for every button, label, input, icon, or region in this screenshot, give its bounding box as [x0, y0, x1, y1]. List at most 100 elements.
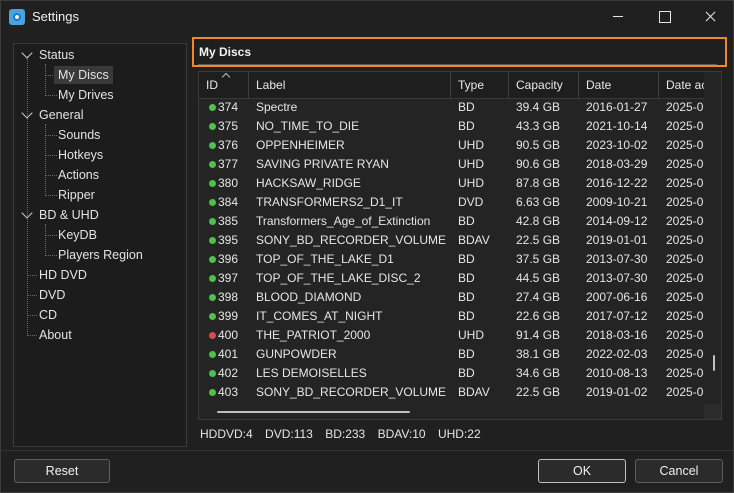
cell-date-added: 2025-0: [666, 271, 704, 285]
minimize-icon[interactable]: [595, 1, 641, 32]
scrollbar-thumb[interactable]: [217, 411, 410, 413]
table-row[interactable]: 395 SONY_BD_RECORDER_VOLUME BDAV 22.5 GB 201…: [199, 231, 704, 250]
cell-date: 2018-03-16: [586, 328, 648, 342]
cell-id: 385: [218, 214, 239, 228]
tree-item-sounds[interactable]: Sounds: [54, 126, 104, 144]
tree-item-hotkeys[interactable]: Hotkeys: [54, 146, 107, 164]
cell-type: BD: [458, 119, 475, 133]
tree-item-about[interactable]: About: [35, 326, 76, 344]
cell-type: UHD: [458, 328, 484, 342]
cell-id: 376: [218, 138, 239, 152]
tree-item-hd-dvd[interactable]: HD DVD: [35, 266, 91, 284]
column-header-type[interactable]: Type: [451, 72, 509, 99]
tree-item-my-discs[interactable]: My Discs: [54, 66, 113, 84]
scrollbar-thumb[interactable]: [713, 355, 715, 371]
table-row[interactable]: 376 OPPENHEIMER UHD 90.5 GB 2023-10-02 2025-0: [199, 136, 704, 155]
cell-capacity: 90.6 GB: [516, 157, 561, 171]
table-row[interactable]: 380 HACKSAW_RIDGE UHD 87.8 GB 2016-12-22 2025…: [199, 174, 704, 193]
count-hddvd: HDDVD:4: [200, 427, 253, 441]
cell-capacity: 43.3 GB: [516, 119, 561, 133]
column-header-id[interactable]: ID: [199, 72, 249, 99]
column-header-label[interactable]: Label: [249, 72, 451, 99]
column-header-date-added[interactable]: Date ac: [659, 72, 704, 99]
tree-item-cd[interactable]: CD: [35, 306, 61, 324]
cell-date-added: 2025-0: [666, 290, 704, 304]
cell-capacity: 38.1 GB: [516, 347, 561, 361]
page-title: My Discs: [199, 45, 252, 59]
table-row[interactable]: 401 GUNPOWDER BD 38.1 GB 2022-02-03 2025-0: [199, 345, 704, 364]
cell-date: 2022-02-03: [586, 347, 648, 361]
cell-label: SAVING PRIVATE RYAN: [256, 157, 389, 171]
cell-capacity: 44.5 GB: [516, 271, 561, 285]
tree-item-my-drives[interactable]: My Drives: [54, 86, 118, 104]
cell-date: 2013-07-30: [586, 271, 648, 285]
divider: [198, 64, 717, 65]
tree-item-bd-uhd[interactable]: BD & UHD: [35, 206, 103, 224]
cell-type: UHD: [458, 157, 484, 171]
cell-capacity: 39.4 GB: [516, 100, 561, 114]
close-icon[interactable]: [687, 1, 733, 32]
cell-date-added: 2025-0: [666, 347, 704, 361]
chevron-down-icon[interactable]: [21, 47, 33, 59]
table-row[interactable]: 402 LES DEMOISELLES BD 34.6 GB 2010-08-13 202…: [199, 364, 704, 383]
tree-item-players-region[interactable]: Players Region: [54, 246, 147, 264]
cell-date-added: 2025-0: [666, 138, 704, 152]
cell-capacity: 27.4 GB: [516, 290, 561, 304]
tree-item-general[interactable]: General: [35, 106, 87, 124]
reset-button[interactable]: Reset: [14, 459, 110, 483]
app-eye-icon: [9, 9, 25, 25]
tree-item-ripper[interactable]: Ripper: [54, 186, 99, 204]
cell-capacity: 22.5 GB: [516, 385, 561, 399]
cancel-button[interactable]: Cancel: [635, 459, 723, 483]
vertical-scrollbar[interactable]: [708, 99, 721, 404]
tree-connector: [45, 64, 46, 96]
cell-type: BDAV: [458, 385, 490, 399]
cell-type: BD: [458, 214, 475, 228]
tree-item-dvd[interactable]: DVD: [35, 286, 69, 304]
cell-date: 2016-01-27: [586, 100, 648, 114]
count-bdav: BDAV:10: [377, 427, 426, 441]
cell-date: 2019-01-01: [586, 233, 648, 247]
table-row[interactable]: 403 SONY_BD_RECORDER_VOLUME BDAV 22.5 GB 201…: [199, 383, 704, 402]
table-row[interactable]: 398 BLOOD_DIAMOND BD 27.4 GB 2007-06-16 2025-…: [199, 288, 704, 307]
tree-item-actions[interactable]: Actions: [54, 166, 103, 184]
table-row[interactable]: 396 TOP_OF_THE_LAKE_D1 BD 37.5 GB 2013-07-30…: [199, 250, 704, 269]
settings-tree: Status My Discs My Drives General Sounds…: [13, 43, 187, 447]
cell-id: 380: [218, 176, 239, 190]
tree-item-status[interactable]: Status: [35, 46, 78, 64]
column-header-capacity[interactable]: Capacity: [509, 72, 579, 99]
cell-date-added: 2025-0: [666, 100, 704, 114]
cell-capacity: 91.4 GB: [516, 328, 561, 342]
count-dvd: DVD:113: [265, 427, 313, 441]
cell-label: THE_PATRIOT_2000: [256, 328, 371, 342]
count-bd: BD:233: [325, 427, 366, 441]
disc-type-counts: HDDVD:4 DVD:113 BD:233 BDAV:10 UHD:22: [200, 427, 490, 441]
table-row[interactable]: 384 TRANSFORMERS2_D1_IT DVD 6.63 GB 2009-10-…: [199, 193, 704, 212]
maximize-icon[interactable]: [641, 1, 687, 32]
cell-type: BD: [458, 252, 475, 266]
cell-capacity: 87.8 GB: [516, 176, 561, 190]
cell-capacity: 42.8 GB: [516, 214, 561, 228]
table-row[interactable]: 400 THE_PATRIOT_2000 UHD 91.4 GB 2018-03-16 2…: [199, 326, 704, 345]
cell-date-added: 2025-0: [666, 195, 704, 209]
table-row[interactable]: 385 Transformers_Age_of_Extinction BD 42.8 …: [199, 212, 704, 231]
cell-id: 377: [218, 157, 239, 171]
table-row[interactable]: 377 SAVING PRIVATE RYAN UHD 90.6 GB 2018-03-…: [199, 155, 704, 174]
count-uhd: UHD:22: [437, 427, 481, 441]
settings-window: Settings Status My Discs My Drives Gener…: [0, 0, 734, 493]
chevron-down-icon[interactable]: [21, 207, 33, 219]
horizontal-scrollbar[interactable]: [199, 404, 721, 419]
cell-date-added: 2025-0: [666, 214, 704, 228]
column-header-date[interactable]: Date: [579, 72, 659, 99]
cell-date-added: 2025-0: [666, 119, 704, 133]
scrollbar-corner: [704, 404, 721, 419]
ok-button[interactable]: OK: [538, 459, 626, 483]
table-row[interactable]: 374 Spectre BD 39.4 GB 2016-01-27 2025-0: [199, 98, 704, 117]
tree-item-keydb[interactable]: KeyDB: [54, 226, 101, 244]
table-row[interactable]: 397 TOP_OF_THE_LAKE_DISC_2 BD 44.5 GB 2013-0…: [199, 269, 704, 288]
cell-type: BD: [458, 309, 475, 323]
table-row[interactable]: 399 IT_COMES_AT_NIGHT BD 22.6 GB 2017-07-12 2…: [199, 307, 704, 326]
chevron-down-icon[interactable]: [21, 107, 33, 119]
table-row[interactable]: 375 NO_TIME_TO_DIE BD 43.3 GB 2021-10-14 2025…: [199, 117, 704, 136]
cell-date-added: 2025-0: [666, 252, 704, 266]
